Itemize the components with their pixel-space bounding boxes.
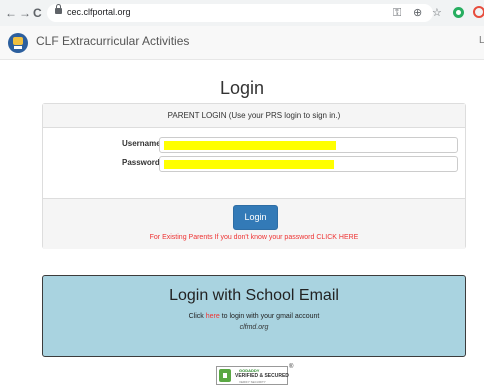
- extension-icon[interactable]: [453, 7, 464, 18]
- profile-icon[interactable]: [473, 6, 484, 18]
- padlock-icon: [219, 369, 231, 382]
- school-email-instruction: Click here to login with your gmail acco…: [43, 313, 465, 320]
- login-button[interactable]: Login: [233, 205, 278, 230]
- school-email-here-link[interactable]: here: [206, 313, 220, 320]
- instruction-prefix: Click: [188, 313, 206, 320]
- school-email-title: Login with School Email: [169, 287, 339, 304]
- brand-title[interactable]: CLF Extracurricular Activities: [36, 34, 189, 48]
- badge-main-text: VERIFIED & SECURED: [235, 373, 289, 379]
- instruction-suffix: to login with your gmail account: [219, 313, 320, 320]
- username-field[interactable]: [159, 137, 458, 153]
- address-bar[interactable]: cec.clfportal.org: [47, 4, 433, 22]
- app-navbar: CLF Extracurricular Activities L: [0, 26, 484, 60]
- registered-mark: ®: [289, 364, 294, 370]
- key-icon[interactable]: ⚿: [393, 6, 401, 20]
- forgot-password-link[interactable]: For Existing Parents If you don't know y…: [43, 234, 465, 241]
- school-domain: clfmd.org: [239, 324, 269, 331]
- panel-footer: Login For Existing Parents If you don't …: [43, 198, 465, 249]
- page-title: Login: [219, 78, 265, 98]
- reload-icon[interactable]: C: [33, 6, 42, 20]
- username-label: Username: [122, 139, 161, 148]
- browser-toolbar: ← → C cec.clfportal.org ⚿ ⊕ ☆: [0, 0, 484, 27]
- navbar-right-item[interactable]: L: [479, 35, 484, 46]
- forward-arrow-icon[interactable]: →: [19, 6, 31, 20]
- url-text: cec.clfportal.org: [67, 7, 131, 17]
- password-field[interactable]: [159, 156, 458, 172]
- panel-heading: PARENT LOGIN (Use your PRS login to sign…: [43, 104, 465, 128]
- badge-sub-text: VERIFY SECURITY: [239, 380, 266, 384]
- zoom-icon[interactable]: ⊕: [413, 6, 422, 20]
- school-logo-icon[interactable]: [8, 33, 28, 53]
- lock-icon: [55, 4, 62, 14]
- parent-login-panel: PARENT LOGIN (Use your PRS login to sign…: [42, 103, 466, 249]
- back-arrow-icon[interactable]: ←: [5, 6, 17, 20]
- password-label: Password: [122, 158, 160, 167]
- bookmark-star-icon[interactable]: ☆: [432, 6, 442, 20]
- school-email-box: Login with School Email Click here to lo…: [42, 275, 466, 357]
- security-badge[interactable]: GODADDY VERIFIED & SECURED VERIFY SECURI…: [216, 366, 289, 385]
- redaction-mark: [164, 160, 334, 169]
- redaction-mark: [164, 141, 336, 150]
